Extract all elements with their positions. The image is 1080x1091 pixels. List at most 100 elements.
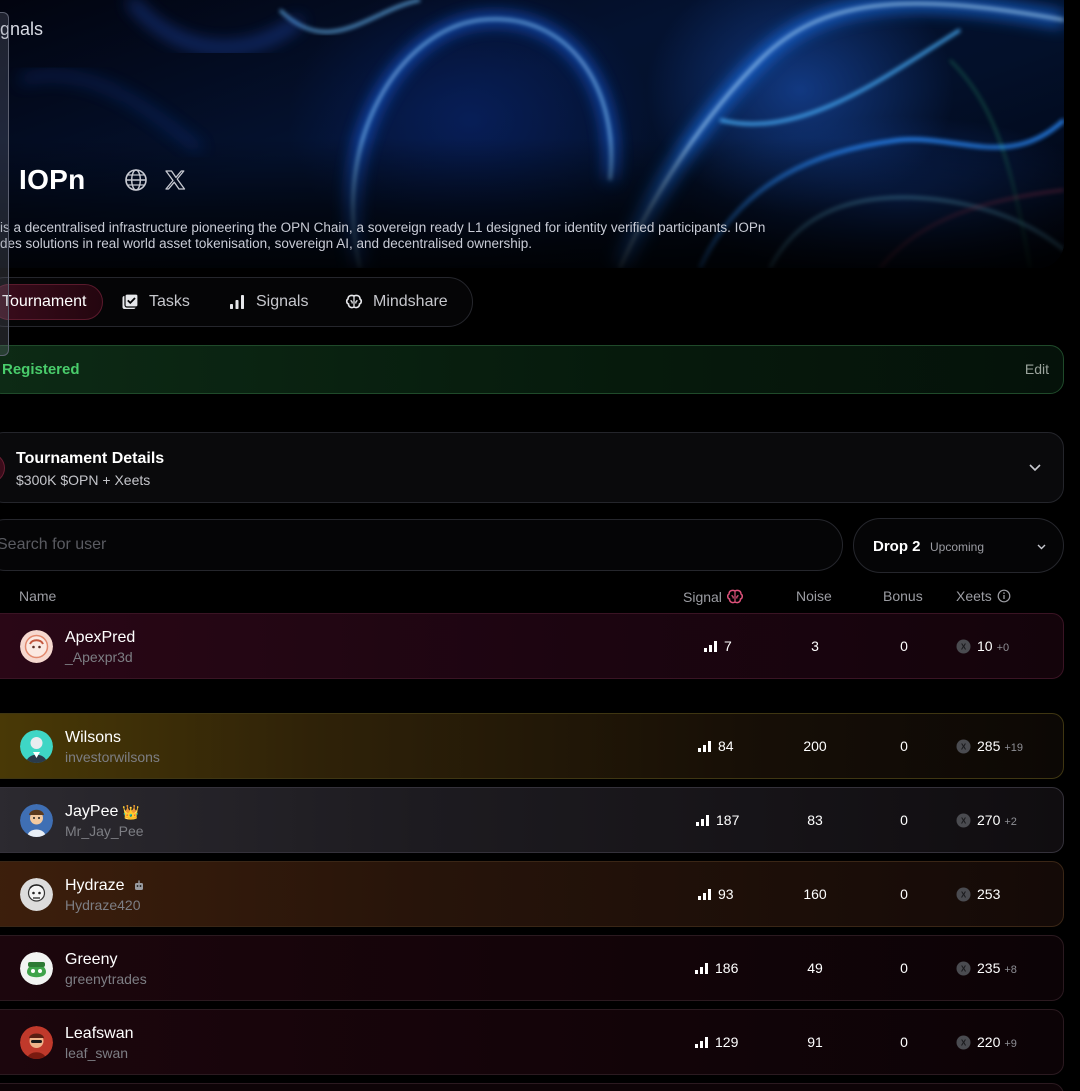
tournament-details-title: Tournament Details — [16, 450, 165, 467]
bar-chart-icon — [698, 889, 711, 900]
bar-chart-icon — [696, 815, 709, 826]
xeets-value: 285 — [977, 738, 1001, 754]
tab-label: Tournament — [2, 293, 87, 310]
signal-cell: 7 — [704, 638, 732, 654]
xeets-cell: X 285 +19 — [956, 738, 1023, 754]
tournament-prize: $300K $OPN + Xeets — [16, 472, 151, 488]
drop-label: Drop 2 — [873, 538, 921, 555]
bonus-value: 0 — [900, 812, 908, 828]
registration-status: Registered — [2, 361, 80, 378]
column-header-xeets-label: Xeets — [956, 588, 992, 604]
svg-text:X: X — [961, 890, 967, 899]
xeets-delta: +2 — [1004, 816, 1017, 828]
avatar — [20, 730, 53, 763]
robot-badge-icon — [134, 880, 143, 890]
avatar — [20, 804, 53, 837]
xeets-coin-icon: X — [956, 639, 971, 653]
drop-status: Upcoming — [930, 540, 985, 554]
xeets-cell: X 235 +8 — [956, 960, 1017, 976]
noise-value: 3 — [811, 638, 819, 654]
xeets-delta: +9 — [1004, 1038, 1017, 1050]
user-handle: _Apexpr3d — [65, 649, 133, 665]
table-row[interactable]: Greeny greenytrades 186 49 0 X 235 +8 — [0, 935, 1064, 1001]
noise-value: 91 — [807, 1034, 823, 1050]
bonus-value: 0 — [900, 738, 908, 754]
bar-chart-icon — [704, 641, 717, 652]
xeets-cell: X 253 — [956, 886, 1004, 902]
table-row[interactable]: JayPee 👑 Mr_Jay_Pee 187 83 0 X 270 +2 — [0, 787, 1064, 853]
crown-badge-icon: 👑 — [122, 803, 140, 820]
bonus-value: 0 — [900, 638, 908, 654]
xeets-value: 270 — [977, 812, 1001, 828]
avatar — [20, 952, 53, 985]
user-display-name: JayPee 👑 — [65, 803, 140, 820]
table-row[interactable]: Wilsons investorwilsons 84 200 0 X 285 +… — [0, 713, 1064, 779]
column-header-noise[interactable]: Noise — [796, 588, 832, 604]
table-row[interactable]: Leafswan leaf_swan 129 91 0 X 220 +9 — [0, 1009, 1064, 1075]
signal-cell: 84 — [698, 738, 734, 754]
tournament-details-accordion[interactable]: Tournament Details $300K $OPN + Xeets — [0, 432, 1064, 503]
signal-value: 187 — [716, 812, 740, 828]
tab-mindshare[interactable]: Mindshare — [345, 284, 448, 320]
x-logo-icon[interactable] — [164, 169, 186, 191]
noise-value: 83 — [807, 812, 823, 828]
xeets-coin-icon: X — [956, 1035, 971, 1049]
search-input[interactable] — [0, 520, 817, 570]
current-user-row[interactable]: ApexPred _Apexpr3d 7 3 0 X 10 +0 — [0, 613, 1064, 679]
signal-value: 129 — [715, 1034, 739, 1050]
tab-label: Tasks — [149, 293, 190, 310]
tournament-badge — [0, 453, 5, 483]
table-row[interactable] — [0, 1083, 1064, 1091]
user-handle: Hydraze420 — [65, 897, 141, 913]
signal-cell: 186 — [695, 960, 738, 976]
xeets-cell: X 10 +0 — [956, 638, 1009, 654]
tab-label: Mindshare — [373, 293, 448, 310]
user-handle: leaf_swan — [65, 1045, 129, 1061]
checklist-icon — [122, 293, 139, 309]
svg-text:X: X — [961, 742, 967, 751]
signal-cell: 129 — [695, 1034, 738, 1050]
column-header-name[interactable]: Name — [19, 588, 56, 604]
tab-label: Signals — [256, 293, 309, 310]
svg-text:X: X — [961, 964, 967, 973]
info-icon[interactable] — [997, 589, 1011, 603]
tab-signals[interactable]: Signals — [228, 284, 308, 320]
bonus-value: 0 — [900, 960, 908, 976]
chevron-down-icon — [1037, 544, 1046, 550]
bar-chart-icon — [230, 295, 244, 309]
avatar — [20, 1026, 53, 1059]
column-header-bonus[interactable]: Bonus — [883, 588, 923, 604]
xeets-value: 10 — [977, 638, 993, 654]
column-header-signal[interactable]: Signal — [683, 588, 744, 606]
noise-value: 200 — [803, 738, 827, 754]
signal-cell: 93 — [698, 886, 734, 902]
xeets-coin-icon: X — [956, 739, 971, 753]
edit-registration-button[interactable]: Edit — [1025, 361, 1049, 377]
drop-selector[interactable]: Drop 2 Upcoming — [853, 518, 1064, 573]
avatar — [20, 630, 53, 663]
bar-chart-icon — [695, 1037, 708, 1048]
user-display-name: Leafswan — [65, 1025, 134, 1042]
bonus-value: 0 — [900, 1034, 908, 1050]
user-handle: investorwilsons — [65, 749, 160, 765]
sidebar-drawer-handle[interactable] — [0, 12, 9, 356]
user-display-name: ApexPred — [65, 629, 136, 646]
user-display-name: Greeny — [65, 951, 118, 968]
user-handle: Mr_Jay_Pee — [65, 823, 144, 839]
project-tab-bar: Tournament Tasks Signals Mindshare — [0, 277, 473, 327]
xeets-cell: X 270 +2 — [956, 812, 1017, 828]
xeets-coin-icon: X — [956, 887, 971, 901]
project-banner: gnals IOPn is a decentralised infrastruc… — [0, 0, 1064, 268]
bar-chart-icon — [695, 963, 708, 974]
table-row[interactable]: Hydraze Hydraze420 93 160 0 X 253 — [0, 861, 1064, 927]
column-header-xeets[interactable]: Xeets — [956, 588, 1011, 604]
user-search — [0, 519, 843, 571]
tab-tasks[interactable]: Tasks — [121, 284, 190, 320]
xeets-value: 220 — [977, 1034, 1001, 1050]
user-handle: greenytrades — [65, 971, 147, 987]
tab-tournament[interactable]: Tournament — [0, 284, 103, 320]
signal-value: 93 — [718, 886, 734, 902]
project-description: is a decentralised infrastructure pionee… — [0, 220, 766, 251]
globe-icon[interactable] — [124, 168, 148, 192]
chevron-down-icon[interactable] — [1027, 459, 1043, 475]
